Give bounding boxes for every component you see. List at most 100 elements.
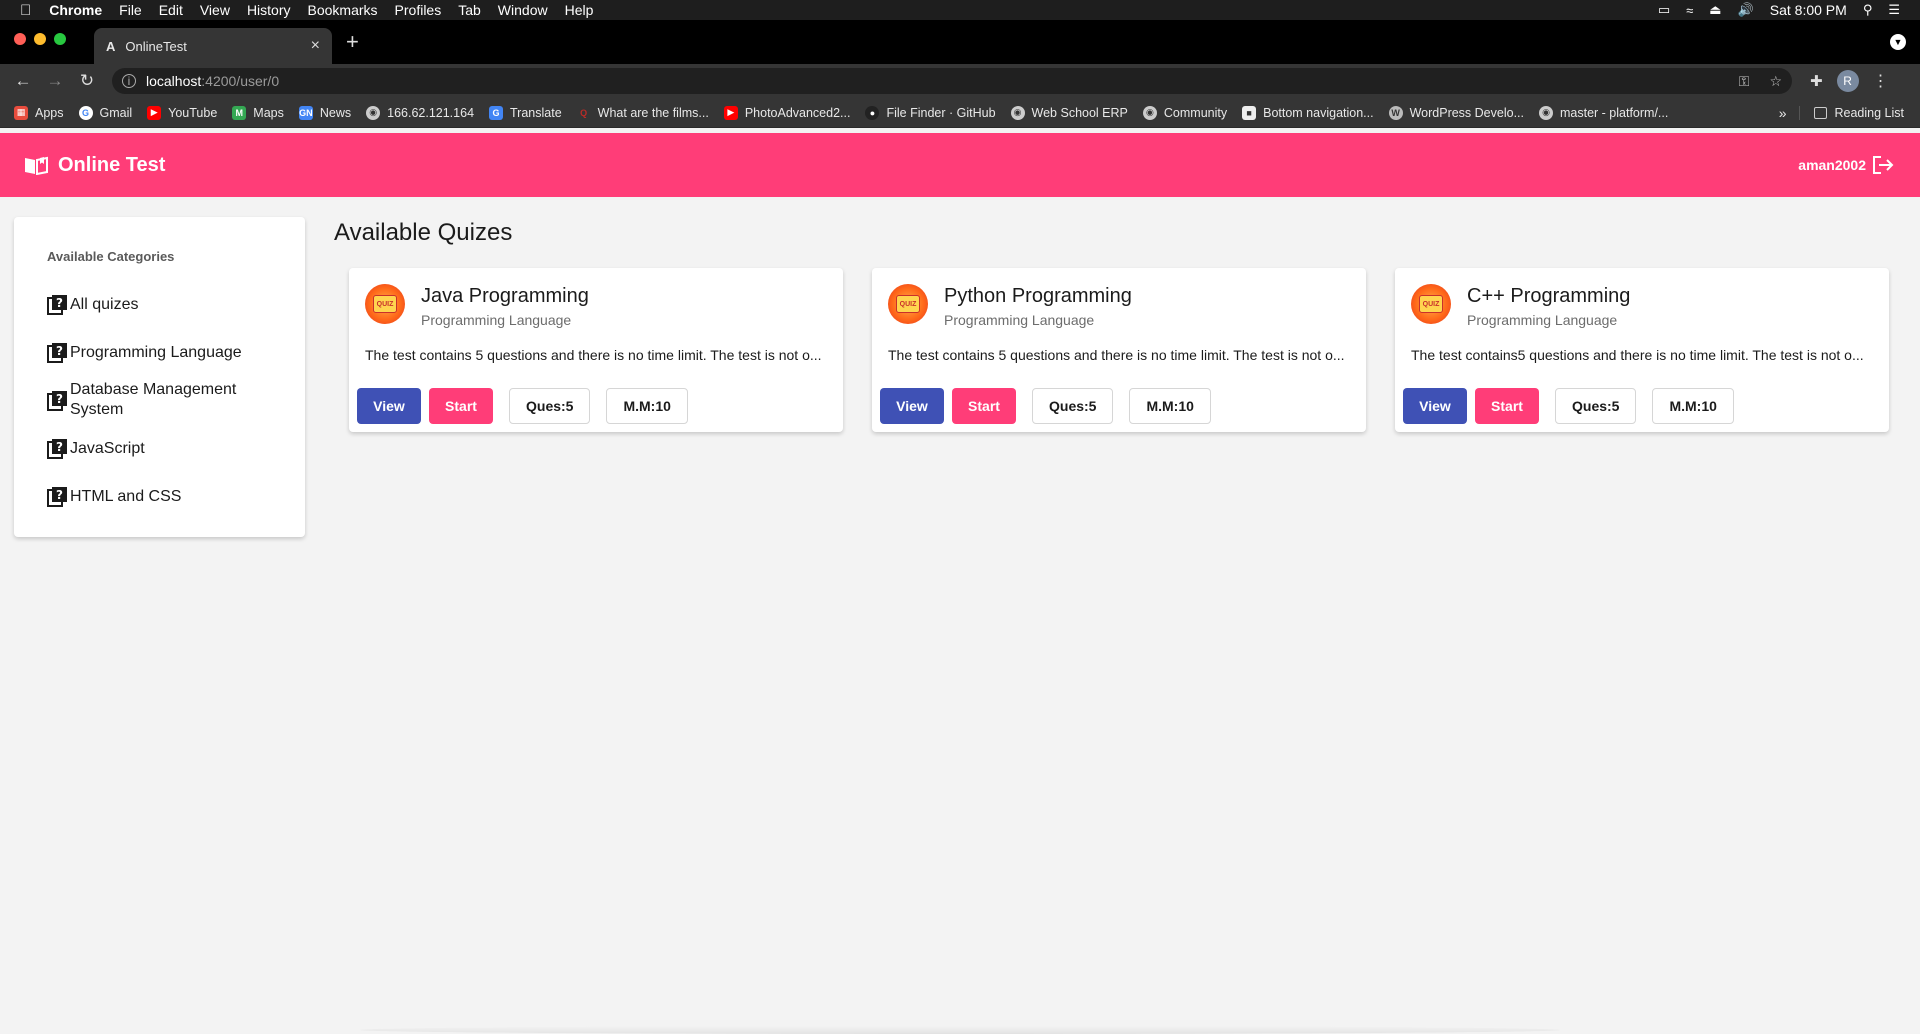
questions-count-button[interactable]: Ques:5 xyxy=(1032,388,1114,424)
menu-bookmarks[interactable]: Bookmarks xyxy=(308,2,378,18)
max-marks-button[interactable]: M.M:10 xyxy=(1652,388,1734,424)
bookmark-ip[interactable]: ◉ 166.62.121.164 xyxy=(366,105,474,120)
apple-icon[interactable]:  xyxy=(20,2,31,19)
sidebar-heading: Available Categories xyxy=(47,249,175,264)
bookmark-web-school[interactable]: ◉ Web School ERP xyxy=(1010,105,1128,120)
sidebar-item-database-management-system[interactable]: ? Database Management System xyxy=(47,380,287,420)
minimize-window-button[interactable] xyxy=(34,33,46,45)
zoom-window-button[interactable] xyxy=(54,33,66,45)
menu-view[interactable]: View xyxy=(200,2,230,18)
menu-help[interactable]: Help xyxy=(565,2,594,18)
site-info-icon[interactable]: i xyxy=(122,74,136,88)
tab-search-icon[interactable]: ▼ xyxy=(1890,34,1906,50)
bookmark-label: YouTube xyxy=(168,105,218,120)
bookmarks-bar: ▦ Apps G Gmail ▶ YouTube M Maps GN News ◉ 166.… xyxy=(0,98,1920,128)
menu-window[interactable]: Window xyxy=(498,2,548,18)
browser-tab-active[interactable]: A OnlineTest × xyxy=(94,28,332,64)
bookmark-news[interactable]: GN News xyxy=(298,105,352,120)
bookmark-community[interactable]: ◉ Community xyxy=(1142,105,1228,120)
doc-icon: ■ xyxy=(1242,105,1257,120)
sidebar-item-label: All quizes xyxy=(70,295,139,313)
logout-icon[interactable] xyxy=(1872,155,1894,175)
app-brand[interactable]: Online Test xyxy=(24,154,165,177)
bookmark-photoadvanced[interactable]: ▶ PhotoAdvanced2... xyxy=(723,105,850,120)
bookmark-maps[interactable]: M Maps xyxy=(232,105,284,120)
more-bookmarks-chevron-icon[interactable]: » xyxy=(1779,105,1787,121)
address-bar[interactable]: i localhost:4200/user/0 ⚿ ☆ xyxy=(112,68,1792,94)
quiz-icon: ? xyxy=(47,343,67,363)
quiz-category: Programming Language xyxy=(944,312,1095,328)
reload-icon[interactable]: ↻ xyxy=(78,71,96,91)
bookmark-apps[interactable]: ▦ Apps xyxy=(14,105,64,120)
battery-icon[interactable]: ▭ xyxy=(1658,2,1670,18)
sidebar-item-javascript[interactable]: ? JavaScript xyxy=(47,438,287,459)
categories-sidebar: Available Categories ? All quizes ? Prog… xyxy=(14,217,305,537)
more-menu-icon[interactable]: ⋮ xyxy=(1873,71,1889,91)
spotlight-search-icon[interactable]: ⚲ xyxy=(1863,2,1873,18)
menu-edit[interactable]: Edit xyxy=(159,2,183,18)
reading-list[interactable]: Reading List xyxy=(1798,105,1904,120)
sidebar-item-all-quizes[interactable]: ? All quizes xyxy=(47,294,287,315)
bookmark-label: News xyxy=(319,105,352,120)
quiz-card-python: QUIZ Python Programming Programming Lang… xyxy=(872,268,1366,432)
bookmark-github[interactable]: ● File Finder · GitHub xyxy=(865,105,996,120)
view-button[interactable]: View xyxy=(1403,388,1467,424)
profile-avatar[interactable]: R xyxy=(1836,70,1859,92)
url-path: :4200/user/0 xyxy=(201,73,280,89)
svg-text:?: ? xyxy=(56,488,63,502)
eject-icon[interactable]: ⏏ xyxy=(1709,2,1721,18)
user-menu[interactable]: aman2002 xyxy=(1798,155,1894,175)
bookmark-quora[interactable]: Q What are the films... xyxy=(577,106,709,120)
bookmark-translate[interactable]: G Translate xyxy=(489,105,562,120)
volume-icon[interactable]: 🔊 xyxy=(1738,2,1754,18)
sidebar-item-html-and-css[interactable]: ? HTML and CSS xyxy=(47,486,287,507)
bookmark-gmail[interactable]: G Gmail xyxy=(78,105,132,120)
os-menu-bar:  Chrome File Edit View History Bookmark… xyxy=(0,0,1920,20)
bookmark-label: Web School ERP xyxy=(1031,105,1128,120)
close-tab-icon[interactable]: × xyxy=(311,37,320,55)
close-window-button[interactable] xyxy=(14,33,26,45)
menu-tab[interactable]: Tab xyxy=(458,2,481,18)
start-button[interactable]: Start xyxy=(1475,388,1539,424)
sidebar-item-programming-language[interactable]: ? Programming Language xyxy=(47,342,287,363)
questions-count-button[interactable]: Ques:5 xyxy=(1555,388,1637,424)
questions-count-button[interactable]: Ques:5 xyxy=(509,388,591,424)
max-marks-button[interactable]: M.M:10 xyxy=(1129,388,1211,424)
quiz-category: Programming Language xyxy=(421,312,572,328)
view-button[interactable]: View xyxy=(357,388,421,424)
username: aman2002 xyxy=(1798,157,1866,173)
globe-icon: ◉ xyxy=(1142,105,1157,120)
bookmark-label: Community xyxy=(1163,105,1228,120)
github-icon: ● xyxy=(865,105,880,120)
bookmark-label: Translate xyxy=(510,105,562,120)
max-marks-button[interactable]: M.M:10 xyxy=(606,388,688,424)
wifi-icon[interactable]: ≈ xyxy=(1686,3,1693,18)
quiz-description: The test contains 5 questions and there … xyxy=(365,347,822,363)
menu-file[interactable]: File xyxy=(119,2,142,18)
quiz-icon: ? xyxy=(47,390,67,411)
bookmark-star-icon[interactable]: ☆ xyxy=(1769,73,1782,90)
menu-history[interactable]: History xyxy=(247,2,291,18)
bookmark-bottom-navigation[interactable]: ■ Bottom navigation... xyxy=(1242,105,1374,120)
bookmark-master-platform[interactable]: ◉ master - platform/... xyxy=(1539,105,1668,120)
start-button[interactable]: Start xyxy=(429,388,493,424)
menu-app-name[interactable]: Chrome xyxy=(49,2,102,18)
globe-icon: ◉ xyxy=(366,105,381,120)
menu-profiles[interactable]: Profiles xyxy=(395,2,442,18)
forward-arrow-icon[interactable]: → xyxy=(46,71,64,91)
quiz-avatar-icon: QUIZ xyxy=(1411,284,1451,324)
start-button[interactable]: Start xyxy=(952,388,1016,424)
view-button[interactable]: View xyxy=(880,388,944,424)
menu-clock[interactable]: Sat 8:00 PM xyxy=(1770,2,1847,18)
bookmark-wordpress[interactable]: W WordPress Develo... xyxy=(1388,105,1524,120)
key-icon[interactable]: ⚿ xyxy=(1739,73,1750,90)
control-center-icon[interactable]: ☰ xyxy=(1888,2,1900,18)
back-arrow-icon[interactable]: ← xyxy=(14,71,32,91)
new-tab-icon[interactable]: + xyxy=(346,29,359,55)
quiz-card-cpp: QUIZ C++ Programming Programming Languag… xyxy=(1395,268,1889,432)
bookmark-youtube[interactable]: ▶ YouTube xyxy=(147,105,218,120)
sidebar-item-label: Database Management System xyxy=(70,381,237,418)
quiz-category: Programming Language xyxy=(1467,312,1618,328)
footer-shadow xyxy=(360,1026,1560,1034)
extensions-puzzle-icon[interactable]: ✚ xyxy=(1810,72,1823,90)
